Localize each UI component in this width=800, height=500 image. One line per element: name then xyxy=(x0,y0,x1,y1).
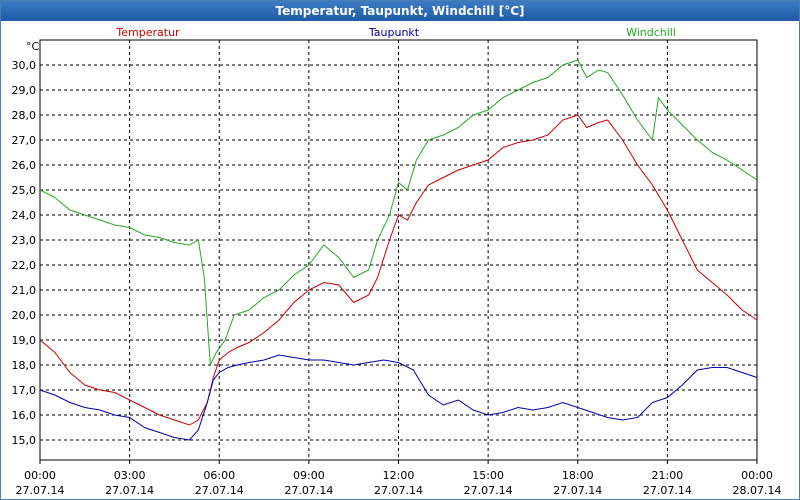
y-tick-label: 28,0 xyxy=(12,109,37,122)
x-tick-time: 18:00 xyxy=(562,469,594,482)
x-tick-date: 27.07.14 xyxy=(464,484,513,497)
grid-lines xyxy=(40,40,757,460)
y-tick-label: 30,0 xyxy=(12,59,37,72)
y-tick-label: 15,0 xyxy=(12,434,37,447)
y-tick-label: 21,0 xyxy=(12,284,37,297)
x-tick-date: 27.07.14 xyxy=(105,484,154,497)
y-tick-label: 26,0 xyxy=(12,159,37,172)
y-tick-label: 20,0 xyxy=(12,309,37,322)
legend-item-windchill: Windchill xyxy=(626,26,676,39)
y-tick-label: 19,0 xyxy=(12,334,37,347)
x-tick-time: 00:00 xyxy=(24,469,56,482)
y-tick-label: 17,0 xyxy=(12,384,37,397)
x-tick-date: 27.07.14 xyxy=(553,484,602,497)
y-tick-label: 24,0 xyxy=(12,209,37,222)
x-tick-date: 27.07.14 xyxy=(16,484,65,497)
x-axis-ticks: 00:00 27.07.14 03:00 27.07.14 06:00 27.07.14 0… xyxy=(16,460,782,497)
x-tick-time: 00:00 xyxy=(741,469,773,482)
y-tick-label: 29,0 xyxy=(12,84,37,97)
x-tick-time: 15:00 xyxy=(472,469,504,482)
legend: Temperatur Taupunkt Windchill xyxy=(115,26,676,39)
y-axis-ticks: 15,0 16,0 17,0 18,0 19,0 20,0 21,0 22,0 23,0 24,0… xyxy=(12,59,37,447)
legend-item-temperatur: Temperatur xyxy=(115,26,180,39)
series-line-windchill xyxy=(39,59,758,367)
x-tick-time: 21:00 xyxy=(652,469,684,482)
x-tick-date: 27.07.14 xyxy=(284,484,333,497)
x-tick-date: 27.07.14 xyxy=(195,484,244,497)
y-tick-label: 23,0 xyxy=(12,234,37,247)
y-tick-label: 16,0 xyxy=(12,409,37,422)
x-tick-date: 27.07.14 xyxy=(374,484,423,497)
chart-svg: 15,0 16,0 17,0 18,0 19,0 20,0 21,0 22,0 23,0 24,0… xyxy=(12,26,782,497)
x-tick-date: 27.07.14 xyxy=(643,484,692,497)
series-line-taupunkt xyxy=(39,354,758,441)
x-tick-time: 06:00 xyxy=(203,469,235,482)
x-tick-time: 03:00 xyxy=(114,469,146,482)
y-tick-label: 27,0 xyxy=(12,134,37,147)
y-axis-unit: °C xyxy=(26,40,40,53)
x-tick-date: 28.07.14 xyxy=(733,484,782,497)
y-tick-label: 25,0 xyxy=(12,184,37,197)
y-tick-label: 22,0 xyxy=(12,259,37,272)
y-tick-label: 18,0 xyxy=(12,359,37,372)
legend-item-taupunkt: Taupunkt xyxy=(368,26,420,39)
x-tick-time: 09:00 xyxy=(293,469,325,482)
x-tick-time: 12:00 xyxy=(383,469,415,482)
